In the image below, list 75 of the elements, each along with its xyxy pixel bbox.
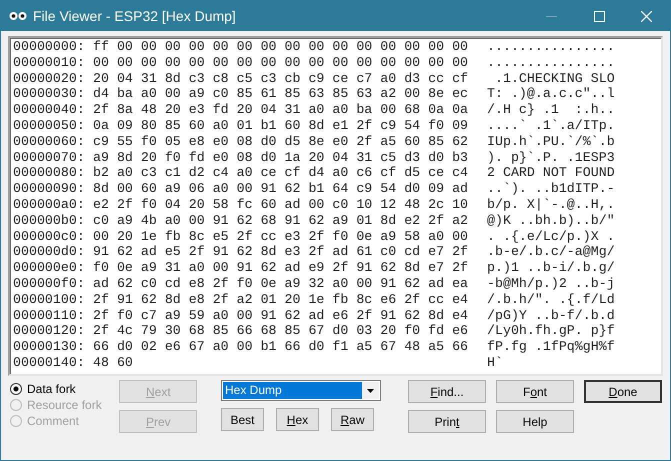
ascii-text: -b@Mh/p.)2 ..b-j [487, 276, 615, 292]
hex-bytes: 2f f0 c7 a9 59 a0 00 91 62 ad e6 2f 91 62 8d e4 [93, 308, 470, 324]
hex-bytes: b2 a0 c3 c1 d2 c4 a0 ce cf d4 a0 c6 cf d5 ce c4 [93, 165, 470, 182]
hex-offset: 000000a0: [13, 196, 86, 213]
hex-bytes: ff 00 00 00 00 00 00 00 00 00 00 00 00 00 00 00 [93, 39, 470, 55]
ascii-text: H` [487, 354, 503, 371]
hex-bytes: 2f 91 62 8d e8 2f a2 01 20 1e fb 8c e6 2f cc e4 [93, 292, 470, 308]
hex-bytes: 2f 8a 48 20 e3 fd 20 04 31 a0 a0 ba 00 68 0a 0a [93, 102, 470, 118]
hex-bytes: e2 2f f0 04 20 58 fc 60 ad 00 c0 10 12 48 2c 10 [93, 196, 470, 213]
action-button[interactable]: Help [496, 410, 574, 433]
ascii-text: .b-e/.b.c/-a@Mg/ [487, 244, 615, 260]
hex-bytes: ad 62 c0 cd e8 2f f0 0e a9 32 a0 00 91 62 ad ea [93, 276, 470, 292]
dropdown-value: Hex Dump [222, 382, 362, 399]
hex-bytes: 00 00 00 00 00 00 00 00 00 00 00 00 00 00 00 00 [93, 54, 470, 71]
action-button[interactable]: Print [408, 410, 486, 433]
action-button[interactable]: Done [584, 380, 662, 403]
hex-offset: 000000d0: [13, 244, 86, 260]
ascii-text: fP.fg .1fPq%gH%f [487, 339, 615, 355]
ascii-text: ................ [487, 54, 615, 71]
ascii-text: ....` .1`.a/ITp. [487, 118, 615, 134]
hex-bytes: 00 20 1e fb 8c e5 2f cc e3 2f f0 0e a9 58 a0 00 [93, 228, 470, 244]
ascii-text: p.)1 ..b-i/.b.g/ [487, 260, 615, 276]
hex-bytes: c0 a9 4b a0 00 91 62 68 91 62 a9 01 8d e2 2f a2 [93, 212, 470, 229]
hex-bytes: 2f 4c 79 30 68 85 66 68 85 67 d0 03 20 f0 fd e6 [93, 323, 470, 340]
hex-bytes: 20 04 31 8d c3 c8 c5 c3 cb c9 ce c7 a0 d3 cc cf [93, 70, 470, 86]
ascii-text: .1.CHECKING SLO [494, 70, 615, 86]
hex-offset: 00000000: [13, 39, 86, 55]
ascii-text: ). p}`.P. .1ESP3 [487, 150, 615, 166]
hex-offset: 00000120: [13, 323, 86, 340]
ascii-text: . .{.e/Lc/p.)X . [487, 228, 615, 244]
hex-offset: 00000080: [13, 165, 86, 182]
format-dropdown[interactable]: Hex Dump [220, 380, 381, 401]
hex-offset: 00000020: [13, 70, 86, 86]
hex-offset: 00000060: [13, 134, 86, 150]
ascii-text: T: .)@.a.c.c"..l [487, 86, 615, 102]
ascii-text: b/p. X|`-.@..H,. [487, 196, 615, 213]
hex-offset: 00000010: [13, 54, 86, 71]
hex-bytes: 8d 00 60 a9 06 a0 00 91 62 b1 64 c9 54 d0 09 ad [93, 181, 470, 197]
hex-offset: 000000b0: [13, 212, 86, 229]
hex-bytes: 0a 09 80 85 60 a0 01 b1 60 8d e1 2f c9 54 f0 09 [93, 118, 470, 134]
ascii-text: IUp.h`.PU.`/%`.b [487, 134, 615, 150]
ascii-text: /.b.h/". .{.f/Ld [487, 292, 615, 308]
hex-offset: 00000100: [13, 292, 86, 308]
hex-offset: 000000e0: [13, 260, 86, 276]
hex-offset: 00000090: [13, 181, 86, 197]
hex-bytes: 66 d0 02 e6 67 a0 00 b1 66 d0 f1 a5 67 48 a5 66 [93, 339, 470, 355]
ascii-text: 2 CARD NOT FOUND [487, 165, 615, 182]
hex-offset: 00000130: [13, 339, 86, 355]
hex-bytes: 48 60 [93, 354, 134, 371]
hex-offset: 00000140: [13, 354, 86, 371]
ascii-text: ..`). ..b1dITP.- [487, 181, 615, 197]
hex-offset: 00000040: [13, 102, 86, 118]
hex-offset: 000000c0: [13, 228, 86, 244]
window-title: File Viewer - ESP32 [Hex Dump] [33, 6, 236, 26]
format-button[interactable]: Hex [276, 408, 319, 431]
ascii-text: /.H c} .1 :.h.. [487, 102, 615, 118]
hex-bytes: d4 ba a0 00 a9 c0 85 61 85 63 85 63 a2 00 8e ec [93, 86, 470, 102]
hex-bytes: 91 62 ad e5 2f 91 62 8d e3 2f ad 61 c0 cd e7 2f [93, 244, 470, 260]
hex-offset: 00000110: [13, 308, 86, 324]
ascii-text: ................ [487, 39, 615, 55]
format-button[interactable]: Best [220, 408, 264, 431]
hex-offset: 00000050: [13, 118, 86, 134]
ascii-text: @)K ..bh.b)..b/" [487, 212, 615, 229]
hex-offset: 00000030: [13, 86, 86, 102]
action-button[interactable]: Font [496, 380, 574, 403]
hex-offset: 000000f0: [13, 276, 86, 292]
ascii-text: /pG)Y ..b-f/.b.d [487, 308, 615, 324]
ascii-text: /Ly0h.fh.gP. p}f [487, 323, 615, 340]
hex-bytes: f0 0e a9 31 a0 00 91 62 ad e9 2f 91 62 8d e7 2f [93, 260, 470, 276]
hex-bytes: c9 55 f0 05 e8 e0 08 d0 d5 8e e0 2f a5 60 85 62 [93, 134, 470, 150]
radio-label[interactable]: Data fork [27, 380, 76, 398]
action-button[interactable]: Find... [408, 380, 486, 403]
hex-bytes: a9 8d 20 f0 fd e0 08 d0 1a 20 04 31 c5 d3 d0 b3 [93, 150, 470, 166]
hex-offset: 00000070: [13, 150, 86, 166]
format-button[interactable]: Raw [330, 408, 374, 431]
